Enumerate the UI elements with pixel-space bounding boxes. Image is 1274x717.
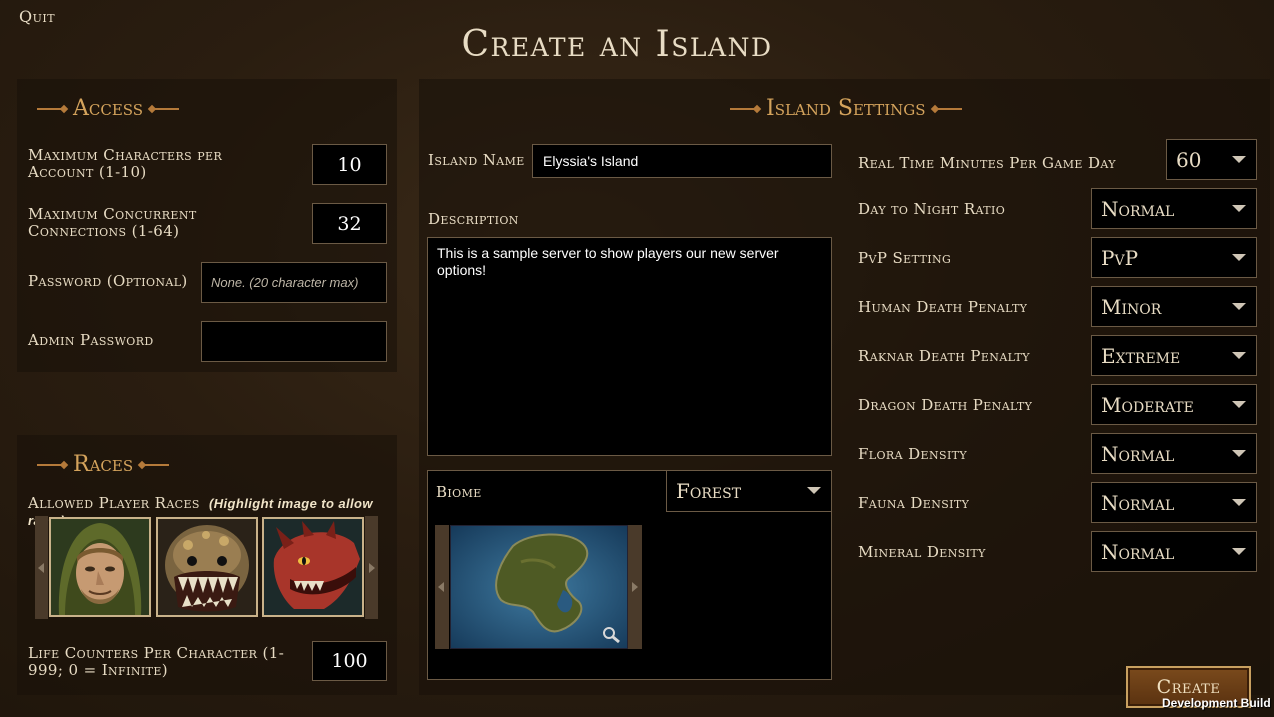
setting-label-pvp: PvP Setting <box>858 249 952 267</box>
races-scroll-left[interactable] <box>35 516 48 619</box>
dragon-death-penalty-dropdown[interactable]: Moderate <box>1091 384 1257 425</box>
magnifier-icon[interactable] <box>601 626 621 644</box>
dropdown-value: Minor <box>1101 294 1162 319</box>
chevron-down-icon <box>807 487 821 494</box>
development-build-label: Development Build <box>1162 696 1271 710</box>
race-portrait-raknar[interactable] <box>156 517 258 617</box>
password-input[interactable]: None. (20 character max) <box>201 262 387 303</box>
chevron-down-icon <box>1232 351 1246 359</box>
admin-password-input[interactable] <box>201 321 387 362</box>
biome-scroll-left[interactable] <box>435 525 449 649</box>
access-heading-text: Access <box>73 96 144 121</box>
biome-dropdown-value: Forest <box>676 479 742 503</box>
chevron-down-icon <box>1232 400 1246 408</box>
description-textarea[interactable]: This is a sample server to show players … <box>427 237 832 456</box>
heading-ornament-right <box>139 463 170 466</box>
life-counters-label: Life Counters Per Character (1-999; 0 = … <box>28 644 285 679</box>
race-portrait-dragon[interactable] <box>262 517 364 617</box>
setting-label-day-night-ratio: Day to Night Ratio <box>858 200 1006 218</box>
max-connections-input[interactable]: 32 <box>312 203 387 244</box>
setting-label-raknar-death-penalty: Raknar Death Penalty <box>858 347 1030 365</box>
max-characters-label: Maximum Characters per Account (1-10) <box>28 146 223 181</box>
raknar-portrait-image <box>158 519 256 615</box>
chevron-down-icon <box>1232 204 1246 212</box>
human-portrait-image <box>51 519 149 615</box>
setting-label-minutes-per-day: Real Time Minutes Per Game Day <box>858 154 1116 172</box>
magnifier-icon-svg <box>603 627 620 644</box>
day-night-ratio-dropdown[interactable]: Normal <box>1091 188 1257 229</box>
allowed-races-label-text: Allowed Player Races <box>28 494 200 512</box>
race-portrait-human[interactable] <box>49 517 151 617</box>
mineral-density-dropdown[interactable]: Normal <box>1091 531 1257 572</box>
chevron-down-icon <box>1232 449 1246 457</box>
heading-ornament-left <box>730 107 760 110</box>
biome-scroll-right[interactable] <box>628 525 642 649</box>
island-settings-heading-text: Island Settings <box>766 96 926 121</box>
chevron-down-icon <box>1232 547 1246 555</box>
access-heading: Access <box>37 96 180 121</box>
chevron-left-icon <box>38 562 44 573</box>
minutes-per-day-dropdown[interactable]: 60 <box>1166 139 1257 180</box>
password-label: Password (Optional) <box>28 272 188 290</box>
setting-label-mineral-density: Mineral Density <box>858 543 986 561</box>
dragon-portrait-image <box>264 519 362 615</box>
setting-label-human-death-penalty: Human Death Penalty <box>858 298 1028 316</box>
setting-label-dragon-death-penalty: Dragon Death Penalty <box>858 396 1033 414</box>
chevron-down-icon <box>1232 302 1246 310</box>
dropdown-value: 60 <box>1176 147 1202 172</box>
fauna-density-dropdown[interactable]: Normal <box>1091 482 1257 523</box>
dropdown-value: Moderate <box>1101 392 1194 417</box>
island-settings-heading: Island Settings <box>730 96 962 121</box>
island-name-label: Island Name <box>428 151 525 169</box>
races-heading: Races <box>37 452 170 477</box>
chevron-right-icon <box>632 582 638 592</box>
biome-map-preview <box>450 525 628 649</box>
pvp-setting-dropdown[interactable]: PvP <box>1091 237 1257 278</box>
chevron-right-icon <box>369 562 375 573</box>
setting-label-fauna-density: Fauna Density <box>858 494 970 512</box>
raknar-death-penalty-dropdown[interactable]: Extreme <box>1091 335 1257 376</box>
human-death-penalty-dropdown[interactable]: Minor <box>1091 286 1257 327</box>
create-button-label: Create <box>1156 676 1221 698</box>
dropdown-value: Extreme <box>1101 343 1181 368</box>
chevron-down-icon <box>1232 155 1246 163</box>
life-counters-input[interactable]: 100 <box>312 641 387 681</box>
dropdown-value: Normal <box>1101 539 1175 564</box>
max-connections-label: Maximum Concurrent Connections (1-64) <box>28 205 197 240</box>
max-characters-input[interactable]: 10 <box>312 144 387 185</box>
flora-density-dropdown[interactable]: Normal <box>1091 433 1257 474</box>
admin-password-label: Admin Password <box>28 331 154 349</box>
races-heading-text: Races <box>73 452 134 477</box>
heading-ornament-left <box>37 107 67 110</box>
setting-label-flora-density: Flora Density <box>858 445 968 463</box>
biome-dropdown[interactable]: Forest <box>666 470 832 512</box>
page-title: Create an Island <box>461 24 773 65</box>
description-label: Description <box>428 210 519 228</box>
heading-ornament-right <box>931 107 962 110</box>
island-name-input[interactable]: Elyssia's Island <box>532 144 832 178</box>
dropdown-value: PvP <box>1101 245 1139 270</box>
password-placeholder: None. (20 character max) <box>211 275 359 290</box>
chevron-down-icon <box>1232 253 1246 261</box>
heading-ornament-left <box>37 463 67 466</box>
chevron-left-icon <box>438 582 444 592</box>
dropdown-value: Normal <box>1101 490 1175 515</box>
races-scroll-right[interactable] <box>365 516 378 619</box>
chevron-down-icon <box>1232 498 1246 506</box>
heading-ornament-right <box>149 107 180 110</box>
dropdown-value: Normal <box>1101 441 1175 466</box>
biome-label: Biome <box>436 483 482 501</box>
dropdown-value: Normal <box>1101 196 1175 221</box>
